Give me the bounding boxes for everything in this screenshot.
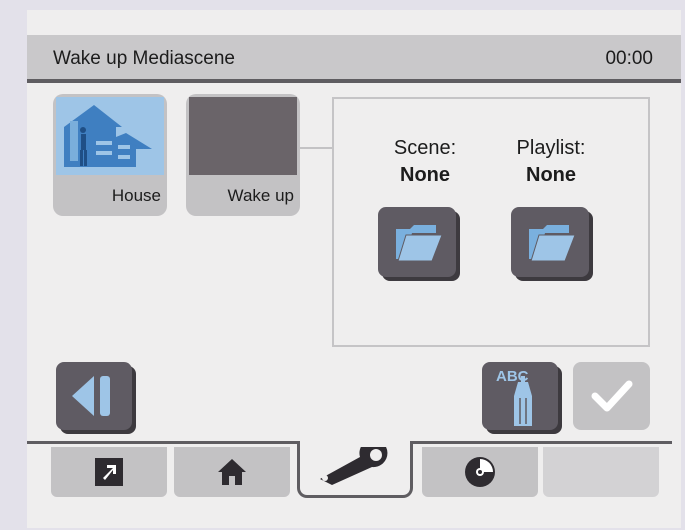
wrench-icon xyxy=(320,447,388,485)
tab-divider xyxy=(27,441,297,444)
tile-label: House xyxy=(111,186,161,205)
tab-settings[interactable] xyxy=(297,441,413,498)
connector-line xyxy=(300,147,332,149)
confirm-button[interactable] xyxy=(573,362,650,430)
browse-scene-button[interactable] xyxy=(378,207,456,277)
clock-display: 00:00 xyxy=(605,48,653,69)
scene-info: Scene: None xyxy=(370,137,480,187)
title-bar: Wake up Mediascene 00:00 xyxy=(27,35,681,83)
pencil-icon xyxy=(514,376,532,426)
tab-divider xyxy=(413,441,672,444)
folder-open-icon xyxy=(396,225,443,262)
scene-value: None xyxy=(400,164,450,186)
checkmark-icon xyxy=(591,380,633,412)
shortcut-arrow-icon xyxy=(95,458,123,486)
tile-label: Wake up xyxy=(227,186,294,205)
tab-shortcut[interactable] xyxy=(51,447,167,497)
folder-open-icon xyxy=(529,225,576,262)
house-thumbnail xyxy=(56,97,164,175)
house-person-icon xyxy=(56,105,164,175)
rename-button[interactable]: ABC xyxy=(482,362,558,430)
browse-playlist-button[interactable] xyxy=(511,207,589,277)
tab-home[interactable] xyxy=(174,447,290,497)
tab-empty xyxy=(543,447,659,497)
page-title: Wake up Mediascene xyxy=(53,48,236,69)
home-icon xyxy=(218,459,246,485)
playlist-caption: Playlist: xyxy=(516,137,586,159)
playlist-info: Playlist: None xyxy=(496,137,606,187)
playlist-value: None xyxy=(526,164,576,186)
back-arrow-icon xyxy=(72,376,110,416)
app-panel: Wake up Mediascene 00:00 House Wake up S… xyxy=(27,10,681,528)
scene-caption: Scene: xyxy=(393,137,457,159)
wake-up-thumbnail xyxy=(189,97,297,175)
tile-house[interactable]: House xyxy=(53,94,167,216)
tab-media[interactable] xyxy=(422,447,538,497)
back-button[interactable] xyxy=(56,362,132,430)
tile-wake-up[interactable]: Wake up xyxy=(186,94,300,216)
disc-icon xyxy=(465,457,495,487)
